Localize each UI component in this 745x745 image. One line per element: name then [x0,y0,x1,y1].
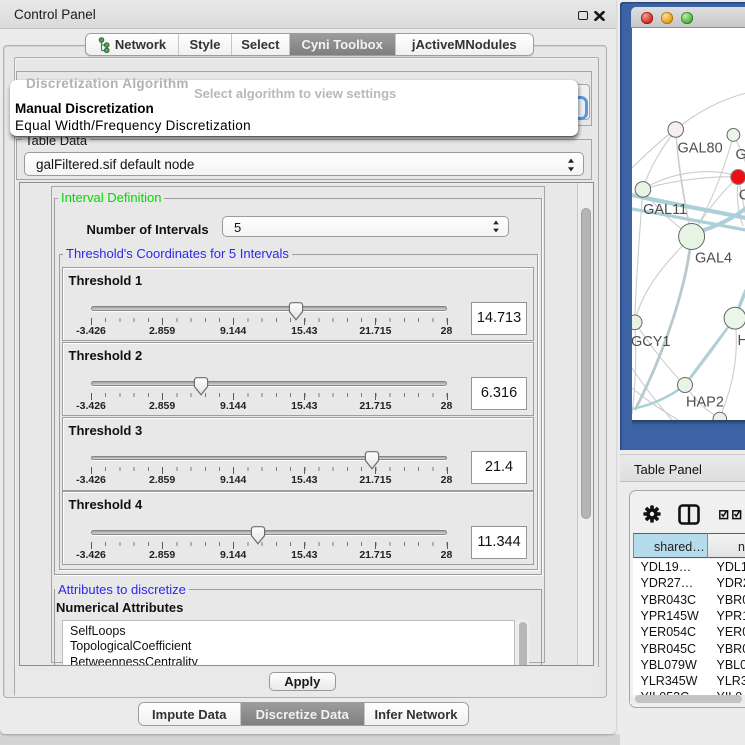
svg-text:GAL80: GAL80 [677,140,722,156]
svg-text:GCY1: GCY1 [632,334,671,350]
svg-text:H: H [737,333,745,349]
svg-text:GAL4: GAL4 [695,251,732,267]
svg-text:GA: GA [735,147,745,163]
svg-text:GAL11: GAL11 [643,202,687,218]
svg-text:C: C [738,187,745,203]
svg-text:HAP2: HAP2 [686,395,724,411]
